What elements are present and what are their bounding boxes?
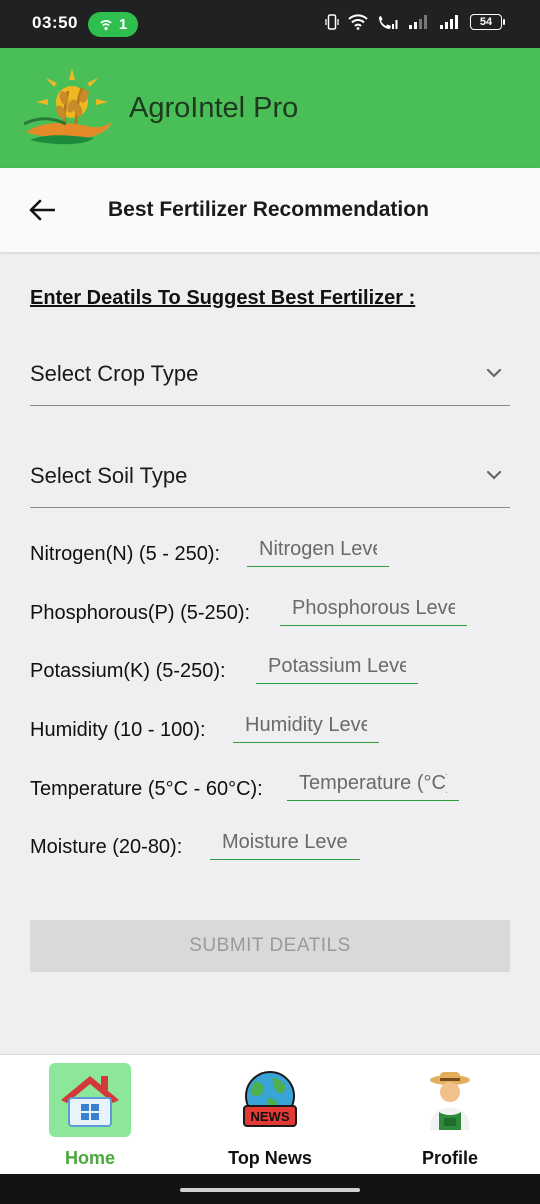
temperature-label: Temperature (5°C - 60°C): xyxy=(30,778,263,800)
nav-profile-label: Profile xyxy=(421,1148,478,1168)
chevron-down-icon xyxy=(486,470,502,480)
phosphorous-label: Phosphorous(P) (5-250): xyxy=(30,602,251,624)
nav-home-icon-wrap xyxy=(49,1063,131,1137)
crop-type-select-label: Select Crop Type xyxy=(30,361,199,386)
temperature-input[interactable] xyxy=(287,767,459,801)
agrointel-logo-icon xyxy=(24,68,112,145)
wifi-calling-icon xyxy=(379,16,398,29)
news-badge-text: NEWS xyxy=(251,1109,290,1124)
app-title: AgroIntel Pro xyxy=(129,92,299,124)
humidity-input[interactable] xyxy=(233,709,379,743)
nav-home[interactable]: Home xyxy=(0,1055,180,1175)
back-arrow-icon xyxy=(29,199,55,221)
nav-news-icon-wrap: NEWS xyxy=(229,1063,311,1137)
news-globe-icon: NEWS xyxy=(243,1071,297,1127)
phosphorous-input[interactable] xyxy=(280,592,467,626)
nav-top-news-label: Top News xyxy=(228,1148,312,1168)
status-bar: 03:50 1 54 xyxy=(0,0,540,48)
signal-icon-sim1 xyxy=(409,15,427,29)
status-icons: 54 xyxy=(325,14,505,30)
nav-profile-icon-wrap xyxy=(409,1063,491,1137)
hotspot-indicator: 1 xyxy=(88,12,138,37)
nav-home-label: Home xyxy=(64,1148,115,1168)
back-button[interactable] xyxy=(22,192,62,228)
soil-type-select[interactable]: Select Soil Type xyxy=(30,448,510,508)
submit-details-button[interactable]: SUBMIT DEATILS xyxy=(30,920,510,972)
nav-profile[interactable]: Profile xyxy=(360,1055,540,1175)
humidity-label: Humidity (10 - 100): xyxy=(30,719,206,741)
bottom-navigation: Home NEWS Top News Profile xyxy=(0,1054,540,1174)
wifi-icon xyxy=(348,14,368,30)
form-heading: Enter Deatils To Suggest Best Fertilizer… xyxy=(30,287,416,309)
home-indicator[interactable] xyxy=(180,1188,360,1192)
crop-type-select[interactable]: Select Crop Type xyxy=(30,346,510,406)
moisture-input[interactable] xyxy=(210,826,360,860)
hotspot-count: 1 xyxy=(118,16,128,33)
soil-type-select-label: Select Soil Type xyxy=(30,463,188,488)
house-icon xyxy=(61,1076,119,1127)
battery-level: 54 xyxy=(479,16,493,28)
page-header: Best Fertilizer Recommendation xyxy=(0,168,540,252)
status-time: 03:50 xyxy=(32,13,78,32)
signal-icon-sim2 xyxy=(440,15,458,29)
page-title: Best Fertilizer Recommendation xyxy=(108,198,429,221)
hotspot-icon xyxy=(100,19,112,30)
potassium-input[interactable] xyxy=(256,650,418,684)
farmer-icon xyxy=(430,1072,470,1130)
nav-top-news[interactable]: NEWS Top News xyxy=(180,1055,360,1175)
potassium-label: Potassium(K) (5-250): xyxy=(30,660,226,682)
battery-icon: 54 xyxy=(470,14,505,30)
moisture-label: Moisture (20-80): xyxy=(30,836,183,858)
nitrogen-label: Nitrogen(N) (5 - 250): xyxy=(30,543,221,565)
chevron-down-icon xyxy=(486,368,502,378)
system-navigation-bar xyxy=(0,1174,540,1204)
nitrogen-input[interactable] xyxy=(247,533,389,567)
vibrate-icon xyxy=(325,14,339,30)
app-bar: AgroIntel Pro xyxy=(0,48,540,168)
